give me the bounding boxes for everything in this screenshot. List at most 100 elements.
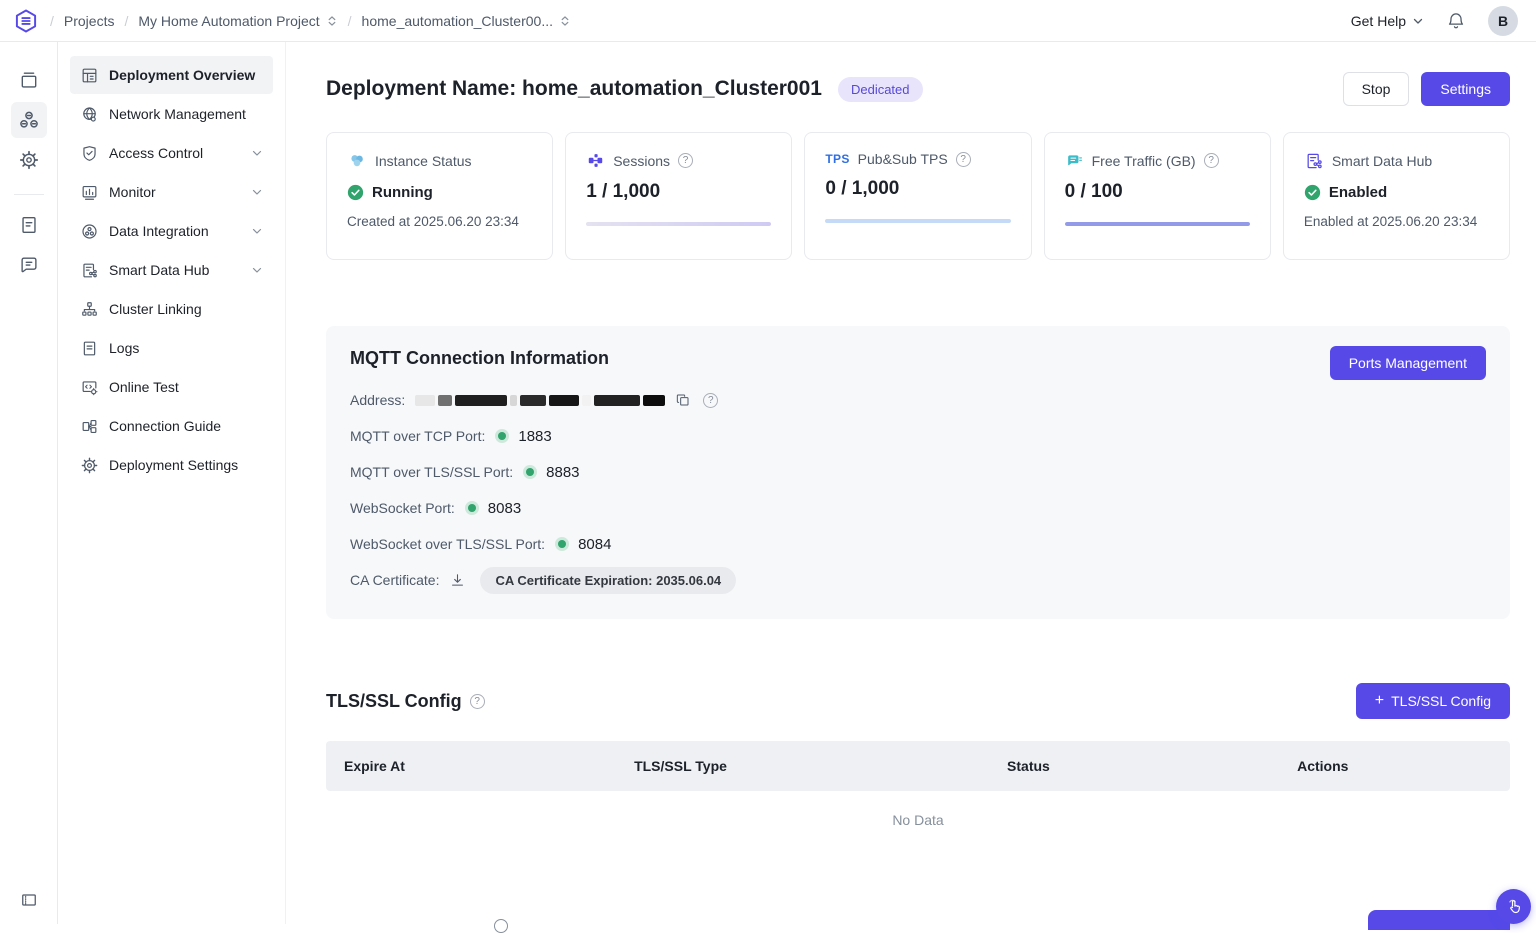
- instance-status-value: Running: [372, 184, 433, 201]
- chat-bubble-icon: [18, 254, 40, 276]
- traffic-progress-bar: [1065, 222, 1250, 226]
- cluster-icon: [17, 108, 41, 132]
- chevron-down-icon: [251, 186, 263, 198]
- port-value: 1883: [518, 428, 551, 445]
- sidebar-item-logs[interactable]: Logs: [70, 329, 273, 367]
- instance-created-at: Created at 2025.06.20 23:34: [347, 214, 532, 229]
- sidebar-item-cluster-linking[interactable]: Cluster Linking: [70, 290, 273, 328]
- add-tls-config-button[interactable]: + TLS/SSL Config: [1356, 683, 1510, 719]
- deployment-switcher-icon[interactable]: [559, 15, 571, 27]
- ca-expiration-badge: CA Certificate Expiration: 2035.06.04: [480, 567, 736, 594]
- help-icon[interactable]: ?: [1204, 153, 1219, 168]
- add-tls-config-label: TLS/SSL Config: [1391, 693, 1491, 709]
- cluster-linking-icon: [80, 300, 99, 319]
- sessions-icon: [586, 151, 605, 170]
- smart-data-hub-card: Smart Data Hub Enabled Enabled at 2025.0…: [1283, 132, 1510, 260]
- breadcrumb-separator: /: [50, 13, 54, 29]
- topbar: / Projects / My Home Automation Project …: [0, 0, 1536, 42]
- data-integration-icon: [80, 222, 99, 241]
- copy-address-icon[interactable]: [675, 392, 691, 408]
- smart-data-hub-icon: [1304, 151, 1324, 171]
- collapse-sidebar-button[interactable]: [0, 890, 58, 910]
- help-icon[interactable]: ?: [678, 153, 693, 168]
- emqx-logo-icon[interactable]: [12, 7, 40, 35]
- breadcrumb-separator: /: [348, 13, 352, 29]
- port-label: WebSocket Port:: [350, 500, 455, 516]
- guide-pointer-fab[interactable]: [1496, 889, 1531, 924]
- sidebar-item-deployment-settings[interactable]: Deployment Settings: [70, 446, 273, 484]
- stop-button[interactable]: Stop: [1343, 72, 1410, 106]
- column-status: Status: [989, 741, 1279, 791]
- sidebar-item-smart-data-hub[interactable]: Smart Data Hub: [70, 251, 273, 289]
- chevron-down-icon: [251, 264, 263, 276]
- cluster-rail-button[interactable]: [11, 102, 47, 138]
- chevron-down-icon: [1412, 15, 1424, 27]
- ca-certificate-label: CA Certificate:: [350, 572, 439, 588]
- sidebar-item-label: Monitor: [109, 184, 156, 200]
- card-title: Sessions: [613, 153, 670, 169]
- bottom-action-button[interactable]: [1368, 910, 1510, 930]
- project-switcher-icon[interactable]: [326, 15, 338, 27]
- port-row: MQTT over TLS/SSL Port: 8883: [350, 457, 1486, 487]
- sidebar-item-label: Deployment Settings: [109, 457, 238, 473]
- pubsub-tps-card: TPS Pub&Sub TPS ? 0 / 1,000: [804, 132, 1031, 260]
- breadcrumb-project-name[interactable]: My Home Automation Project: [138, 13, 337, 29]
- breadcrumb-deployment-name[interactable]: home_automation_Cluster00...: [362, 13, 571, 29]
- mqtt-connection-panel: MQTT Connection Information Ports Manage…: [326, 326, 1510, 619]
- help-icon[interactable]: ?: [956, 152, 971, 167]
- sidebar-item-deployment-overview[interactable]: Deployment Overview: [70, 56, 273, 94]
- port-row: WebSocket over TLS/SSL Port: 8084: [350, 529, 1486, 559]
- free-traffic-card: Free Traffic (GB) ? 0 / 100: [1044, 132, 1271, 260]
- gear-icon: [80, 456, 99, 475]
- sidebar-item-monitor[interactable]: Monitor: [70, 173, 273, 211]
- shield-check-icon: [80, 144, 99, 163]
- address-label: Address:: [350, 392, 405, 408]
- card-title: Free Traffic (GB): [1092, 153, 1196, 169]
- get-help-label: Get Help: [1351, 13, 1406, 29]
- status-dot-green: [523, 465, 537, 479]
- breadcrumb-separator: /: [124, 13, 128, 29]
- icon-rail: [0, 42, 58, 924]
- download-certificate-icon[interactable]: [449, 572, 466, 589]
- address-row: Address: ?: [350, 385, 1486, 415]
- chevron-down-icon: [251, 225, 263, 237]
- sidebar-item-data-integration[interactable]: Data Integration: [70, 212, 273, 250]
- get-help-menu[interactable]: Get Help: [1351, 13, 1424, 29]
- settings-rail-button[interactable]: [11, 142, 47, 178]
- feedback-rail-button[interactable]: [11, 247, 47, 283]
- tls-config-title: TLS/SSL Config: [326, 691, 462, 712]
- sidebar-item-connection-guide[interactable]: Connection Guide: [70, 407, 273, 445]
- ports-management-button[interactable]: Ports Management: [1330, 346, 1486, 380]
- traffic-icon: [1065, 151, 1084, 170]
- sidebar-item-network-management[interactable]: Network Management: [70, 95, 273, 133]
- empty-table-row: No Data: [326, 791, 1510, 849]
- help-icon[interactable]: ?: [470, 694, 485, 709]
- tls-config-table: Expire At TLS/SSL Type Status Actions No…: [326, 741, 1510, 849]
- connection-panel-title: MQTT Connection Information: [350, 348, 1486, 369]
- document-icon: [18, 214, 40, 236]
- sidebar-item-access-control[interactable]: Access Control: [70, 134, 273, 172]
- user-avatar[interactable]: B: [1488, 6, 1518, 36]
- settings-button[interactable]: Settings: [1421, 72, 1510, 106]
- sidebar-item-label: Online Test: [109, 379, 179, 395]
- stat-cards-row: Instance Status Running Created at 2025.…: [326, 132, 1510, 260]
- sidebar-item-label: Access Control: [109, 145, 203, 161]
- instance-status-card: Instance Status Running Created at 2025.…: [326, 132, 553, 260]
- check-circle-icon: [347, 184, 364, 201]
- sessions-progress-bar: [586, 222, 771, 226]
- smart-data-hub-icon: [80, 261, 99, 280]
- instance-cluster-icon: [347, 151, 367, 171]
- main-content: Deployment Name: home_automation_Cluster…: [286, 42, 1536, 924]
- connection-guide-icon: [80, 417, 99, 436]
- status-dot-green: [495, 429, 509, 443]
- deployments-rail-button[interactable]: [11, 62, 47, 98]
- docs-rail-button[interactable]: [11, 207, 47, 243]
- breadcrumb-projects[interactable]: Projects: [64, 13, 115, 29]
- tls-config-header: TLS/SSL Config ? + TLS/SSL Config: [326, 683, 1510, 719]
- column-tls-type: TLS/SSL Type: [616, 741, 989, 791]
- sidebar-item-online-test[interactable]: Online Test: [70, 368, 273, 406]
- free-traffic-value: 0 / 100: [1065, 181, 1250, 203]
- notifications-bell-icon[interactable]: [1446, 11, 1466, 31]
- help-icon[interactable]: ?: [703, 393, 718, 408]
- column-actions: Actions: [1279, 741, 1510, 791]
